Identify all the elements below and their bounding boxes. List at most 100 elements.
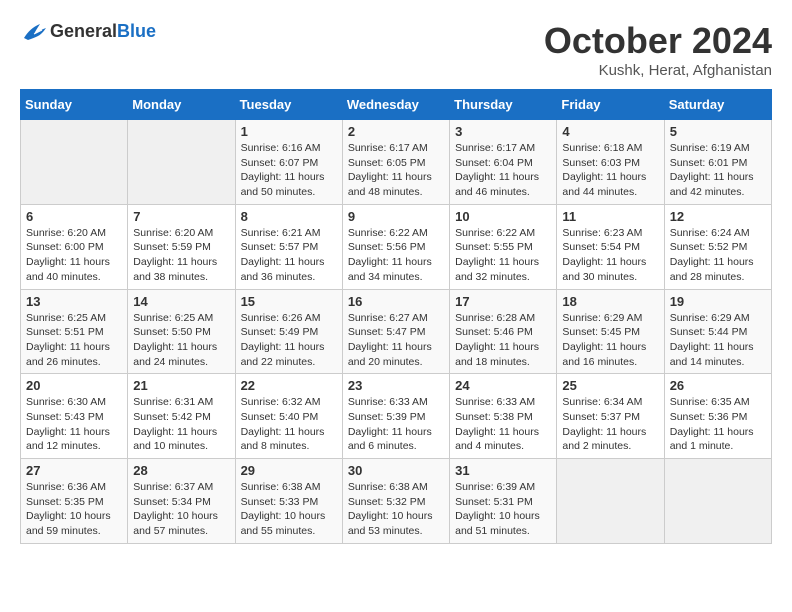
calendar-cell: 11Sunrise: 6:23 AMSunset: 5:54 PMDayligh… [557, 204, 664, 289]
day-number: 7 [133, 209, 229, 224]
day-number: 9 [348, 209, 444, 224]
logo-icon [20, 20, 48, 42]
title-section: October 2024 Kushk, Herat, Afghanistan [544, 20, 772, 79]
day-number: 3 [455, 124, 551, 139]
calendar-cell: 23Sunrise: 6:33 AMSunset: 5:39 PMDayligh… [342, 374, 449, 459]
day-info: Sunrise: 6:19 AMSunset: 6:01 PMDaylight:… [670, 141, 766, 200]
day-number: 29 [241, 463, 337, 478]
day-number: 20 [26, 378, 122, 393]
day-info: Sunrise: 6:37 AMSunset: 5:34 PMDaylight:… [133, 480, 229, 539]
day-info: Sunrise: 6:25 AMSunset: 5:50 PMDaylight:… [133, 311, 229, 370]
day-info: Sunrise: 6:17 AMSunset: 6:05 PMDaylight:… [348, 141, 444, 200]
logo-text-general: General [50, 21, 117, 41]
day-number: 10 [455, 209, 551, 224]
calendar-cell: 4 Sunrise: 6:18 AMSunset: 6:03 PMDaylight… [557, 120, 664, 205]
day-info: Sunrise: 6:22 AMSunset: 5:56 PMDaylight:… [348, 226, 444, 285]
day-info: Sunrise: 6:29 AMSunset: 5:44 PMDaylight:… [670, 311, 766, 370]
month-title: October 2024 [544, 20, 772, 62]
calendar-cell: 30Sunrise: 6:38 AMSunset: 5:32 PMDayligh… [342, 459, 449, 544]
calendar-cell: 3 Sunrise: 6:17 AMSunset: 6:04 PMDaylight… [450, 120, 557, 205]
calendar-cell: 6 Sunrise: 6:20 AMSunset: 6:00 PMDaylight… [21, 204, 128, 289]
calendar-cell [128, 120, 235, 205]
calendar-cell: 1 Sunrise: 6:16 AMSunset: 6:07 PMDaylight… [235, 120, 342, 205]
day-number: 13 [26, 294, 122, 309]
day-info: Sunrise: 6:38 AMSunset: 5:32 PMDaylight:… [348, 480, 444, 539]
day-number: 25 [562, 378, 658, 393]
calendar-cell: 13 Sunrise: 6:25 AMSunset: 5:51 PMDayligh… [21, 289, 128, 374]
day-info: Sunrise: 6:24 AMSunset: 5:52 PMDaylight:… [670, 226, 766, 285]
day-number: 24 [455, 378, 551, 393]
day-number: 21 [133, 378, 229, 393]
week-row-2: 6 Sunrise: 6:20 AMSunset: 6:00 PMDaylight… [21, 204, 772, 289]
day-number: 6 [26, 209, 122, 224]
calendar-cell: 12 Sunrise: 6:24 AMSunset: 5:52 PMDayligh… [664, 204, 771, 289]
day-number: 16 [348, 294, 444, 309]
day-number: 22 [241, 378, 337, 393]
calendar-cell: 8 Sunrise: 6:21 AMSunset: 5:57 PMDaylight… [235, 204, 342, 289]
day-info: Sunrise: 6:18 AMSunset: 6:03 PMDaylight:… [562, 141, 658, 200]
day-info: Sunrise: 6:16 AMSunset: 6:07 PMDaylight:… [241, 141, 337, 200]
day-number: 28 [133, 463, 229, 478]
calendar-cell: 17Sunrise: 6:28 AMSunset: 5:46 PMDayligh… [450, 289, 557, 374]
day-number: 5 [670, 124, 766, 139]
header-day-monday: Monday [128, 90, 235, 120]
logo-text-blue: Blue [117, 21, 156, 41]
day-number: 4 [562, 124, 658, 139]
day-info: Sunrise: 6:31 AMSunset: 5:42 PMDaylight:… [133, 395, 229, 454]
header-day-tuesday: Tuesday [235, 90, 342, 120]
day-number: 15 [241, 294, 337, 309]
calendar-cell: 9 Sunrise: 6:22 AMSunset: 5:56 PMDaylight… [342, 204, 449, 289]
calendar-cell: 26Sunrise: 6:35 AMSunset: 5:36 PMDayligh… [664, 374, 771, 459]
calendar-cell: 10 Sunrise: 6:22 AMSunset: 5:55 PMDayligh… [450, 204, 557, 289]
day-info: Sunrise: 6:22 AMSunset: 5:55 PMDaylight:… [455, 226, 551, 285]
day-number: 27 [26, 463, 122, 478]
calendar-cell: 21 Sunrise: 6:31 AMSunset: 5:42 PMDayligh… [128, 374, 235, 459]
calendar-cell: 14 Sunrise: 6:25 AMSunset: 5:50 PMDayligh… [128, 289, 235, 374]
week-row-1: 1 Sunrise: 6:16 AMSunset: 6:07 PMDaylight… [21, 120, 772, 205]
page-header: GeneralBlue October 2024 Kushk, Herat, A… [20, 20, 772, 79]
day-info: Sunrise: 6:17 AMSunset: 6:04 PMDaylight:… [455, 141, 551, 200]
calendar-cell: 16 Sunrise: 6:27 AMSunset: 5:47 PMDayligh… [342, 289, 449, 374]
day-number: 14 [133, 294, 229, 309]
calendar-cell: 5 Sunrise: 6:19 AMSunset: 6:01 PMDaylight… [664, 120, 771, 205]
calendar-cell: 27Sunrise: 6:36 AMSunset: 5:35 PMDayligh… [21, 459, 128, 544]
day-info: Sunrise: 6:32 AMSunset: 5:40 PMDaylight:… [241, 395, 337, 454]
calendar-cell: 15Sunrise: 6:26 AMSunset: 5:49 PMDayligh… [235, 289, 342, 374]
day-number: 8 [241, 209, 337, 224]
header-row: SundayMondayTuesdayWednesdayThursdayFrid… [21, 90, 772, 120]
header-day-sunday: Sunday [21, 90, 128, 120]
day-number: 2 [348, 124, 444, 139]
week-row-4: 20Sunrise: 6:30 AMSunset: 5:43 PMDayligh… [21, 374, 772, 459]
header-day-wednesday: Wednesday [342, 90, 449, 120]
day-number: 23 [348, 378, 444, 393]
day-number: 26 [670, 378, 766, 393]
day-info: Sunrise: 6:27 AMSunset: 5:47 PMDaylight:… [348, 311, 444, 370]
header-day-thursday: Thursday [450, 90, 557, 120]
calendar-cell: 29Sunrise: 6:38 AMSunset: 5:33 PMDayligh… [235, 459, 342, 544]
day-info: Sunrise: 6:29 AMSunset: 5:45 PMDaylight:… [562, 311, 658, 370]
week-row-5: 27Sunrise: 6:36 AMSunset: 5:35 PMDayligh… [21, 459, 772, 544]
calendar-cell: 31Sunrise: 6:39 AMSunset: 5:31 PMDayligh… [450, 459, 557, 544]
calendar-cell: 22 Sunrise: 6:32 AMSunset: 5:40 PMDayligh… [235, 374, 342, 459]
logo: GeneralBlue [20, 20, 156, 42]
calendar-cell: 19Sunrise: 6:29 AMSunset: 5:44 PMDayligh… [664, 289, 771, 374]
day-number: 12 [670, 209, 766, 224]
calendar-cell: 24Sunrise: 6:33 AMSunset: 5:38 PMDayligh… [450, 374, 557, 459]
day-number: 18 [562, 294, 658, 309]
calendar-cell: 20Sunrise: 6:30 AMSunset: 5:43 PMDayligh… [21, 374, 128, 459]
day-info: Sunrise: 6:20 AMSunset: 5:59 PMDaylight:… [133, 226, 229, 285]
day-info: Sunrise: 6:25 AMSunset: 5:51 PMDaylight:… [26, 311, 122, 370]
calendar-cell: 2 Sunrise: 6:17 AMSunset: 6:05 PMDaylight… [342, 120, 449, 205]
location-title: Kushk, Herat, Afghanistan [544, 62, 772, 79]
calendar-cell [664, 459, 771, 544]
day-info: Sunrise: 6:21 AMSunset: 5:57 PMDaylight:… [241, 226, 337, 285]
week-row-3: 13 Sunrise: 6:25 AMSunset: 5:51 PMDayligh… [21, 289, 772, 374]
day-number: 1 [241, 124, 337, 139]
calendar-cell: 7 Sunrise: 6:20 AMSunset: 5:59 PMDaylight… [128, 204, 235, 289]
day-info: Sunrise: 6:23 AMSunset: 5:54 PMDaylight:… [562, 226, 658, 285]
day-info: Sunrise: 6:39 AMSunset: 5:31 PMDaylight:… [455, 480, 551, 539]
header-day-friday: Friday [557, 90, 664, 120]
day-info: Sunrise: 6:20 AMSunset: 6:00 PMDaylight:… [26, 226, 122, 285]
calendar-cell [557, 459, 664, 544]
calendar-cell: 18 Sunrise: 6:29 AMSunset: 5:45 PMDayligh… [557, 289, 664, 374]
